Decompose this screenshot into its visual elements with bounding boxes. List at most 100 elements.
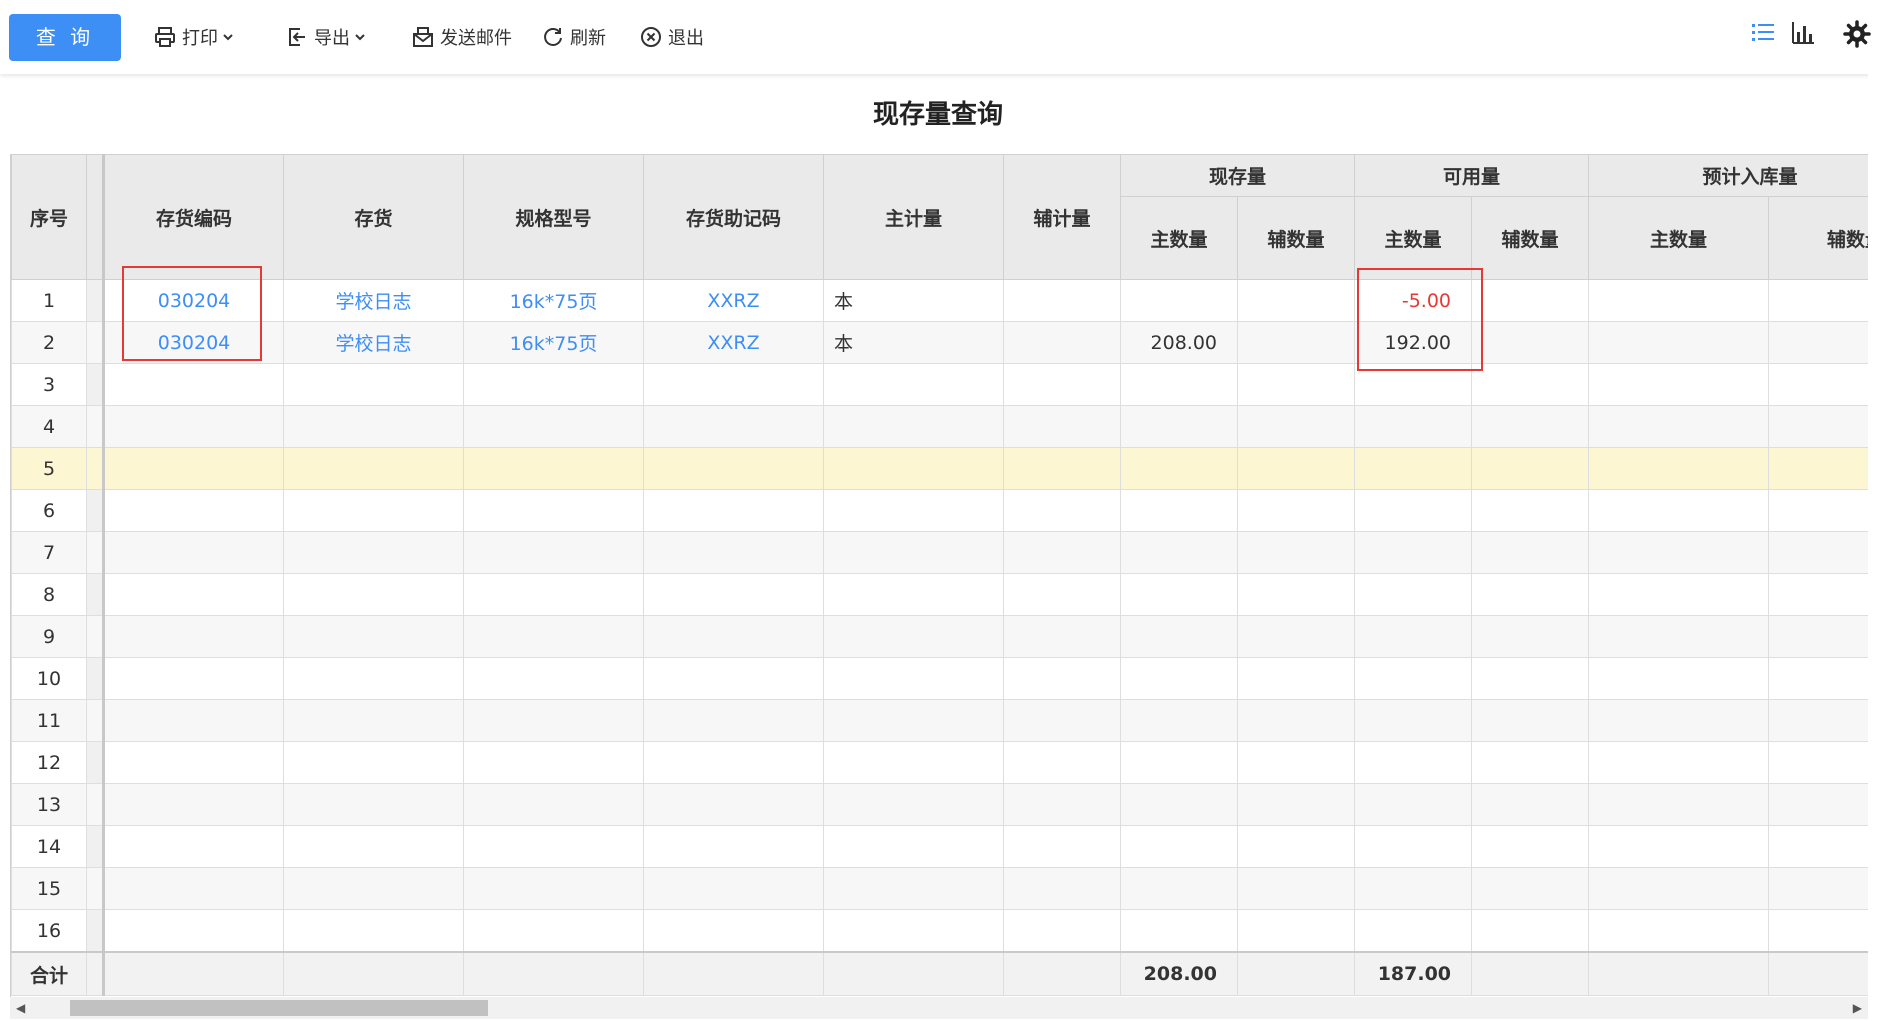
table-cell — [283, 699, 464, 742]
row-seq: 8 — [11, 573, 87, 616]
refresh-icon — [544, 28, 562, 46]
table-cell — [1003, 909, 1121, 953]
table-cell — [1588, 405, 1770, 448]
table-row[interactable]: 12 — [11, 741, 1869, 784]
bar-chart-icon[interactable] — [1790, 20, 1816, 46]
table-cell — [1471, 405, 1590, 448]
table-cell — [463, 741, 644, 784]
header-main-unit[interactable]: 主计量 — [823, 154, 1004, 280]
table-row[interactable]: 1 030204 学校日志 16k*75页 XXRZ 本 -5.00 — [11, 279, 1869, 322]
scroll-right-icon[interactable]: ▶ — [1853, 1001, 1862, 1015]
row-separator — [86, 489, 105, 532]
header-aux-unit[interactable]: 辅计量 — [1003, 154, 1121, 280]
table-cell — [1588, 363, 1770, 406]
table-cell — [1003, 657, 1121, 700]
table-cell — [463, 825, 644, 868]
table-cell — [823, 405, 1004, 448]
send-email-button[interactable]: 发送邮件 — [412, 22, 512, 52]
horizontal-scrollbar[interactable]: ◀ ▶ — [10, 997, 1868, 1019]
close-circle-icon — [641, 27, 661, 47]
table-cell — [1471, 657, 1590, 700]
table-cell — [1471, 447, 1590, 490]
table-row[interactable]: 9 — [11, 615, 1869, 658]
cell-code-link[interactable]: 030204 — [103, 279, 284, 322]
header-available-aux[interactable]: 辅数量 — [1471, 196, 1590, 280]
row-seq: 2 — [11, 321, 87, 364]
table-row[interactable]: 15 — [11, 867, 1869, 910]
table-cell — [1471, 783, 1590, 826]
row-separator — [86, 741, 105, 784]
table-row[interactable]: 8 — [11, 573, 1869, 616]
header-available-main[interactable]: 主数量 — [1354, 196, 1473, 280]
table-cell — [463, 363, 644, 406]
export-button[interactable]: 导出 — [286, 22, 366, 52]
table-cell — [823, 951, 1004, 996]
refresh-button[interactable]: 刷新 — [542, 22, 606, 52]
table-row[interactable]: 6 — [11, 489, 1869, 532]
table-row[interactable]: 11 — [11, 699, 1869, 742]
cell-mnemonic-link[interactable]: XXRZ — [643, 279, 824, 322]
table-cell — [643, 489, 824, 532]
page-title: 现存量查询 — [872, 100, 1003, 130]
row-separator — [86, 573, 105, 616]
header-expected-aux[interactable]: 辅数量 — [1768, 196, 1869, 280]
table-cell — [823, 447, 1004, 490]
table-cell — [643, 867, 824, 910]
table-row[interactable]: 7 — [11, 531, 1869, 574]
table-row[interactable]: 16 — [11, 909, 1869, 953]
table-cell — [1471, 951, 1590, 996]
scrollbar-thumb[interactable] — [70, 1000, 488, 1016]
list-view-icon[interactable] — [1750, 20, 1776, 46]
cell-available-main: -5.00 — [1354, 279, 1473, 322]
table-row[interactable]: 10 — [11, 657, 1869, 700]
table-cell — [1120, 405, 1238, 448]
table-cell — [1354, 363, 1473, 406]
cell-available-aux — [1471, 279, 1590, 322]
cell-name-link[interactable]: 学校日志 — [283, 321, 464, 364]
export-label: 导出 — [314, 28, 350, 49]
table-row-highlighted[interactable]: 5 — [11, 447, 1869, 490]
table-cell — [1471, 531, 1590, 574]
cell-main-unit: 本 — [823, 279, 1004, 322]
table-cell — [643, 741, 824, 784]
table-cell — [1768, 489, 1869, 532]
table-row[interactable]: 14 — [11, 825, 1869, 868]
scroll-left-icon[interactable]: ◀ — [16, 1001, 25, 1015]
table-cell — [643, 405, 824, 448]
table-cell — [1120, 783, 1238, 826]
header-onhand-main[interactable]: 主数量 — [1120, 196, 1238, 280]
table-row[interactable]: 4 — [11, 405, 1869, 448]
cell-spec-link[interactable]: 16k*75页 — [463, 279, 644, 322]
cell-spec-link[interactable]: 16k*75页 — [463, 321, 644, 364]
table-cell — [643, 909, 824, 953]
table-cell — [1471, 573, 1590, 616]
exit-button[interactable]: 退出 — [640, 22, 704, 52]
table-cell — [103, 825, 284, 868]
table-cell — [1768, 867, 1869, 910]
table-row[interactable]: 2 030204 学校日志 16k*75页 XXRZ 本 208.00 192.… — [11, 321, 1869, 364]
table-cell — [1588, 951, 1770, 996]
table-row[interactable]: 13 — [11, 783, 1869, 826]
header-mnemonic[interactable]: 存货助记码 — [643, 154, 824, 280]
table-cell — [463, 867, 644, 910]
table-cell — [823, 699, 1004, 742]
table-cell — [1354, 867, 1473, 910]
table-cell — [1354, 783, 1473, 826]
cell-code-link[interactable]: 030204 — [103, 321, 284, 364]
header-expected-main[interactable]: 主数量 — [1588, 196, 1770, 280]
print-button[interactable]: 打印 — [154, 22, 234, 52]
header-spec[interactable]: 规格型号 — [463, 154, 644, 280]
header-onhand-aux[interactable]: 辅数量 — [1236, 196, 1356, 280]
header-code[interactable]: 存货编码 — [103, 154, 284, 280]
header-name[interactable]: 存货 — [283, 154, 464, 280]
table-cell — [1588, 909, 1770, 953]
query-button[interactable]: 查 询 — [9, 14, 121, 61]
table-cell — [103, 573, 284, 616]
table-row[interactable]: 3 — [11, 363, 1869, 406]
cell-main-unit: 本 — [823, 321, 1004, 364]
gear-icon[interactable] — [1843, 20, 1871, 48]
cell-mnemonic-link[interactable]: XXRZ — [643, 321, 824, 364]
table-cell — [1003, 531, 1121, 574]
cell-name-link[interactable]: 学校日志 — [283, 279, 464, 322]
table-cell — [823, 657, 1004, 700]
